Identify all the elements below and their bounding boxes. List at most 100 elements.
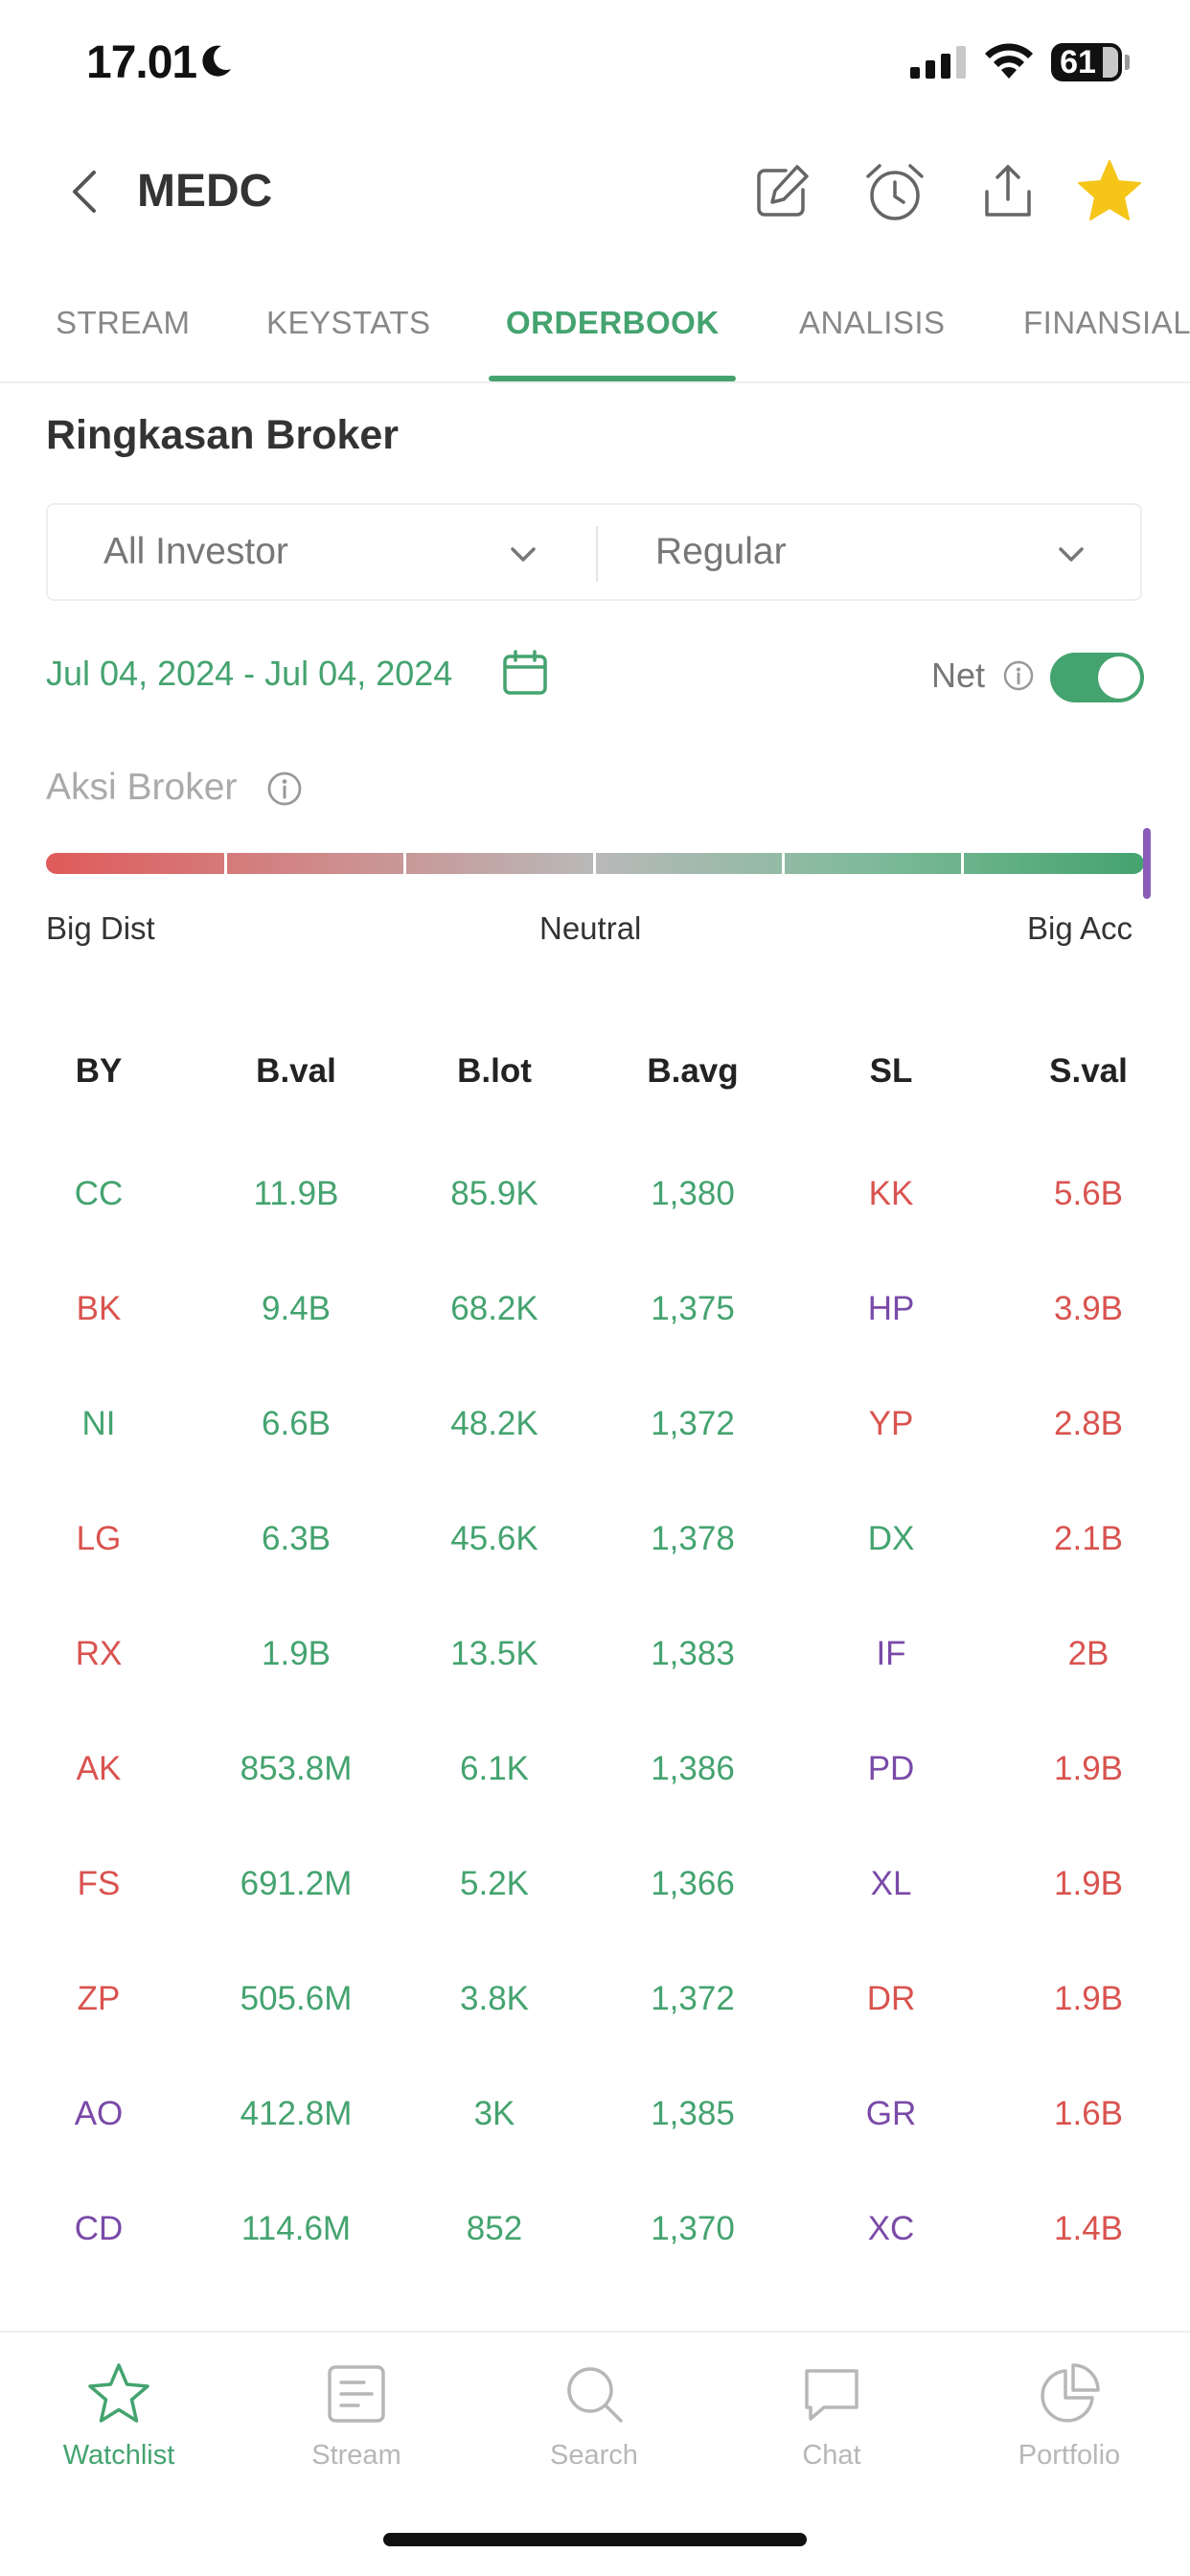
broker-buy-code[interactable]: LG <box>12 1520 185 1558</box>
buy-average: 1,380 <box>651 1175 735 1212</box>
scale-label-big-acc: Big Acc <box>1027 910 1133 946</box>
table-row[interactable]: LG 6.3B 45.6K 1,378 DX 2.1B <box>0 1482 1190 1597</box>
broker-sell-code[interactable]: DR <box>805 1980 977 2018</box>
alarm-icon[interactable] <box>860 157 929 226</box>
buy-value: 505.6M <box>240 1980 353 2017</box>
column-header-sl: SL <box>869 1052 913 1090</box>
broker-buy-code[interactable]: CC <box>12 1175 185 1213</box>
buy-value: 691.2M <box>240 1865 353 1902</box>
chevron-down-icon[interactable] <box>506 538 540 572</box>
broker-sell-code[interactable]: HP <box>805 1290 977 1328</box>
net-toggle[interactable] <box>1050 653 1144 702</box>
pie-chart-icon <box>1041 2363 1100 2423</box>
broker-action-indicator <box>1143 828 1151 899</box>
broker-sell-code[interactable]: KK <box>805 1175 977 1213</box>
buy-lot: 45.6K <box>450 1520 538 1557</box>
battery-level: 61 <box>1060 44 1096 80</box>
signal-icon <box>910 46 966 79</box>
chevron-down-icon[interactable] <box>1054 538 1088 572</box>
table-row[interactable]: CC 11.9B 85.9K 1,380 KK 5.6B <box>0 1137 1190 1252</box>
broker-sell-code[interactable]: GR <box>805 2095 977 2133</box>
table-row[interactable]: NI 6.6B 48.2K 1,372 YP 2.8B <box>0 1367 1190 1482</box>
buy-average: 1,366 <box>651 1865 735 1902</box>
battery-empty-segment <box>1103 47 1118 78</box>
nav-watchlist[interactable]: Watchlist <box>0 2333 238 2496</box>
gradient-segment-divider <box>403 853 406 874</box>
broker-sell-code[interactable]: XL <box>805 1865 977 1903</box>
sell-value: 2.1B <box>1054 1520 1123 1557</box>
table-row[interactable]: AO 412.8M 3K 1,385 GR 1.6B <box>0 2057 1190 2172</box>
broker-buy-code[interactable]: BK <box>12 1290 185 1328</box>
tab-analisis[interactable]: ANALISIS <box>799 305 946 341</box>
buy-average: 1,386 <box>651 1750 735 1787</box>
nav-portfolio[interactable]: Portfolio <box>950 2333 1188 2496</box>
broker-sell-code[interactable]: IF <box>805 1635 977 1673</box>
buy-lot: 3.8K <box>460 1980 529 2017</box>
nav-label: Watchlist <box>62 2440 175 2471</box>
broker-sell-code[interactable]: YP <box>805 1405 977 1443</box>
column-header-bval: B.val <box>256 1052 336 1090</box>
info-icon[interactable] <box>266 770 303 807</box>
sell-value: 1.9B <box>1054 1980 1123 2017</box>
section-title: Ringkasan Broker <box>46 412 400 458</box>
buy-average: 1,385 <box>651 2095 735 2132</box>
calendar-icon[interactable] <box>500 648 550 698</box>
broker-sell-code[interactable]: DX <box>805 1520 977 1558</box>
broker-buy-code[interactable]: CD <box>12 2210 185 2248</box>
header: MEDC <box>0 144 1190 240</box>
broker-buy-code[interactable]: FS <box>12 1865 185 1903</box>
wifi-icon <box>985 43 1033 79</box>
tab-orderbook[interactable]: ORDERBOOK <box>506 305 720 341</box>
broker-buy-code[interactable]: AK <box>12 1750 185 1788</box>
moon-icon <box>202 45 231 77</box>
table-row[interactable]: BK 9.4B 68.2K 1,375 HP 3.9B <box>0 1252 1190 1367</box>
tab-bar: STREAM KEYSTATS ORDERBOOK ANALISIS FINAN… <box>0 288 1190 383</box>
sell-value: 5.6B <box>1054 1175 1123 1212</box>
ticker-title: MEDC <box>137 166 273 217</box>
column-header-sval: S.val <box>1049 1052 1128 1090</box>
nav-search[interactable]: Search <box>475 2333 713 2496</box>
table-row[interactable]: AK 853.8M 6.1K 1,386 PD 1.9B <box>0 1712 1190 1827</box>
edit-icon[interactable] <box>747 157 816 226</box>
buy-lot: 68.2K <box>450 1290 538 1327</box>
buy-average: 1,372 <box>651 1405 735 1442</box>
nav-label: Portfolio <box>1018 2440 1121 2471</box>
broker-buy-code[interactable]: AO <box>12 2095 185 2133</box>
search-icon <box>567 2367 623 2423</box>
filter-bar: All Investor Regular <box>46 503 1142 601</box>
broker-buy-code[interactable]: NI <box>12 1405 185 1443</box>
investor-filter-dropdown[interactable]: All Investor <box>103 531 288 573</box>
share-icon[interactable] <box>973 157 1042 226</box>
broker-sell-code[interactable]: XC <box>805 2210 977 2248</box>
nav-label: Search <box>550 2440 638 2471</box>
scale-label-big-dist: Big Dist <box>46 910 155 946</box>
star-outline-icon <box>88 2363 149 2423</box>
nav-label: Chat <box>802 2440 861 2471</box>
tab-stream[interactable]: STREAM <box>56 305 191 341</box>
table-row[interactable]: CD 114.6M 852 1,370 XC 1.4B <box>0 2172 1190 2287</box>
tab-finansial[interactable]: FINANSIAL <box>1023 305 1190 341</box>
buy-value: 114.6M <box>240 2210 352 2247</box>
back-button[interactable] <box>57 163 115 220</box>
table-row[interactable]: ZP 505.6M 3.8K 1,372 DR 1.9B <box>0 1942 1190 2057</box>
favorite-star-icon[interactable] <box>1075 157 1144 226</box>
table-row[interactable]: FS 691.2M 5.2K 1,366 XL 1.9B <box>0 1827 1190 1942</box>
buy-value: 9.4B <box>262 1290 331 1327</box>
broker-buy-code[interactable]: ZP <box>12 1980 185 2018</box>
market-filter-dropdown[interactable]: Regular <box>655 531 787 573</box>
broker-buy-code[interactable]: RX <box>12 1635 185 1673</box>
chat-icon <box>805 2369 858 2421</box>
column-header-by: BY <box>75 1052 123 1090</box>
broker-sell-code[interactable]: PD <box>805 1750 977 1788</box>
status-time: 17.01 <box>86 37 197 88</box>
nav-stream[interactable]: Stream <box>238 2333 475 2496</box>
table-row[interactable]: RX 1.9B 13.5K 1,383 IF 2B <box>0 1597 1190 1712</box>
sell-value: 1.9B <box>1054 1865 1123 1902</box>
net-label: Net <box>931 656 986 695</box>
tab-keystats[interactable]: KEYSTATS <box>266 305 430 341</box>
date-range-picker[interactable]: Jul 04, 2024 - Jul 04, 2024 <box>46 654 452 694</box>
sell-value: 1.6B <box>1054 2095 1123 2132</box>
gradient-segment-divider <box>961 853 964 874</box>
info-icon[interactable] <box>1002 659 1035 692</box>
nav-chat[interactable]: Chat <box>713 2333 950 2496</box>
